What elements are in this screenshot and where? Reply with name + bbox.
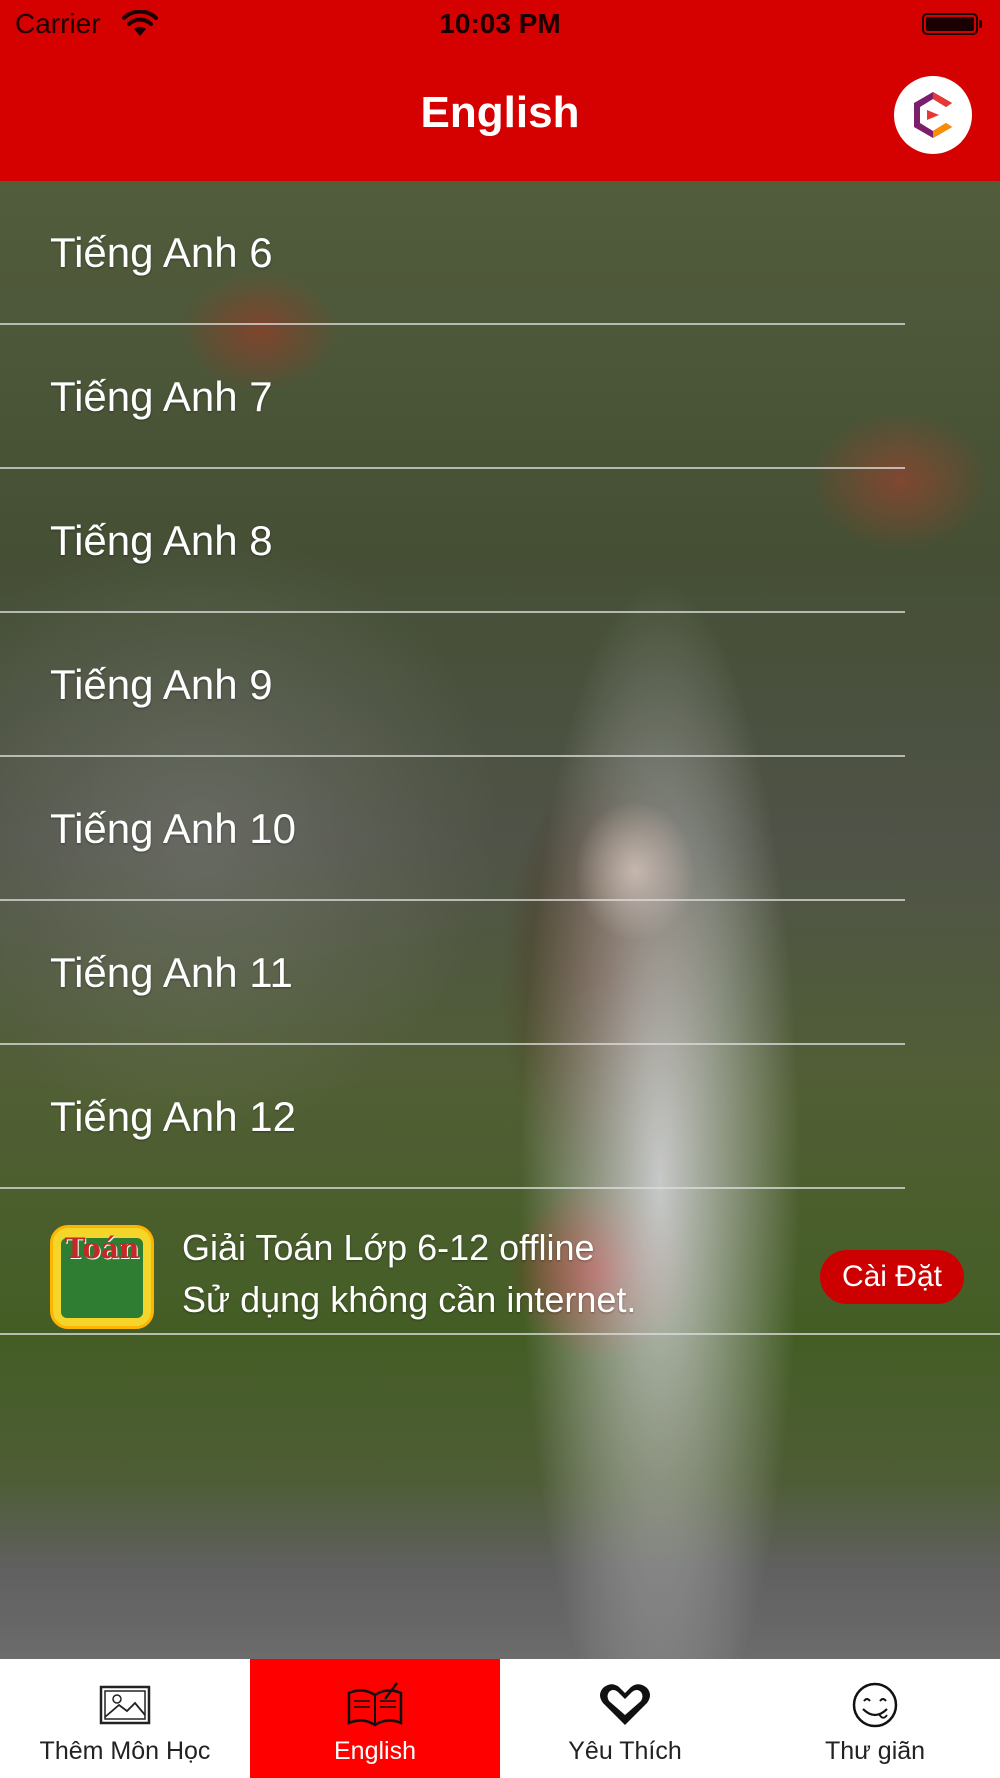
ad-icon-label: Toán: [64, 1232, 140, 1265]
image-gallery-icon: [95, 1679, 155, 1729]
app-screen: Carrier 10:03 PM English Tiếng Anh 6 Tiế…: [0, 0, 1000, 1778]
tab-label: English: [334, 1737, 416, 1765]
list-item-label: Tiếng Anh 9: [50, 661, 273, 708]
tab-add-subject[interactable]: Thêm Môn Học: [0, 1659, 250, 1778]
list-item-label: Tiếng Anh 7: [50, 373, 273, 420]
install-button[interactable]: Cài Đặt: [819, 1250, 964, 1304]
list-item-label: Tiếng Anh 6: [50, 229, 273, 276]
tab-label: Thư giãn: [824, 1737, 926, 1765]
list-item-label: Tiếng Anh 10: [50, 805, 296, 852]
list-item-grade-7[interactable]: Tiếng Anh 7: [0, 325, 905, 469]
smiley-icon: [845, 1679, 905, 1729]
list-item-grade-8[interactable]: Tiếng Anh 8: [0, 469, 905, 613]
tab-favorites[interactable]: Yêu Thích: [500, 1659, 750, 1778]
app-logo-icon[interactable]: [894, 76, 972, 154]
list-item-grade-12[interactable]: Tiếng Anh 12: [0, 1045, 905, 1189]
ad-title: Giải Toán Lớp 6-12 offline: [182, 1227, 595, 1268]
grade-list: Tiếng Anh 6 Tiếng Anh 7 Tiếng Anh 8 Tiến…: [0, 181, 1000, 1335]
tab-bar: Thêm Môn Học English Yêu Thích Thư giãn: [0, 1659, 1000, 1778]
list-item-label: Tiếng Anh 11: [50, 949, 293, 996]
ad-banner[interactable]: Toán Giải Toán Lớp 6-12 offline Sử dụng …: [0, 1189, 1000, 1335]
ad-subtitle: Sử dụng không cần internet.: [182, 1279, 637, 1320]
math-app-icon[interactable]: Toán: [50, 1225, 154, 1329]
status-bar: Carrier 10:03 PM: [0, 0, 1000, 48]
tab-english[interactable]: English: [250, 1659, 500, 1778]
book-icon: [345, 1679, 405, 1729]
page-title: English: [420, 88, 580, 137]
list-item-label: Tiếng Anh 8: [50, 517, 273, 564]
battery-icon: [922, 13, 982, 35]
list-item-grade-6[interactable]: Tiếng Anh 6: [0, 181, 905, 325]
navigation-bar: English: [0, 48, 1000, 181]
list-item-label: Tiếng Anh 12: [50, 1093, 296, 1140]
list-item-grade-11[interactable]: Tiếng Anh 11: [0, 901, 905, 1045]
status-time: 10:03 PM: [439, 8, 561, 39]
tab-relax[interactable]: Thư giãn: [750, 1659, 1000, 1778]
heart-icon: [595, 1679, 655, 1729]
list-item-grade-9[interactable]: Tiếng Anh 9: [0, 613, 905, 757]
list-item-grade-10[interactable]: Tiếng Anh 10: [0, 757, 905, 901]
tab-label: Yêu Thích: [568, 1737, 682, 1765]
tab-label: Thêm Môn Học: [39, 1737, 211, 1765]
